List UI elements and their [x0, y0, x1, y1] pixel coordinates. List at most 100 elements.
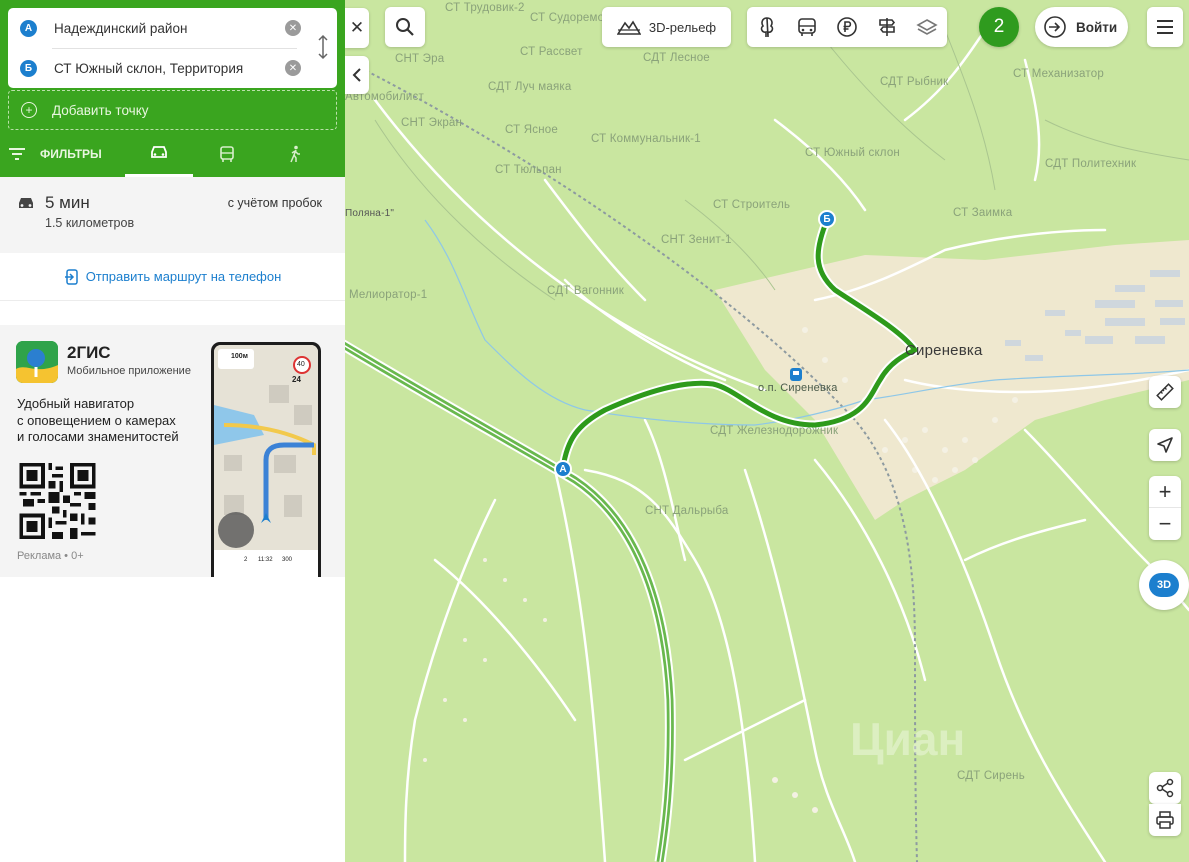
phone-speed: 24 — [292, 375, 301, 384]
layers-button[interactable] — [907, 7, 947, 47]
ruler-button[interactable] — [1149, 376, 1181, 408]
locate-me-button[interactable] — [1149, 429, 1181, 461]
ad-footer: Реклама • 0+ — [17, 550, 84, 562]
clear-from-button[interactable]: ✕ — [285, 20, 301, 36]
map-canvas[interactable]: СТ Судоремонт СТ Трудовик-2 СНТ Эра СТ Р… — [345, 0, 1189, 862]
relief-3d-button[interactable]: 3D-рельеф — [602, 7, 731, 47]
collapse-panel-button[interactable] — [345, 56, 369, 94]
route-panel: А Надеждинский район ✕ Б СТ Южный склон,… — [0, 0, 345, 862]
car-icon — [151, 146, 167, 158]
mode-3d-label: 3D — [1156, 579, 1172, 591]
login-button[interactable]: Войти — [1035, 7, 1128, 47]
route-point-from[interactable]: А Надеждинский район ✕ — [8, 8, 337, 48]
point-b-marker: Б — [20, 59, 37, 77]
map-label: СДТ Сирень — [957, 770, 1025, 782]
clear-to-button[interactable]: ✕ — [285, 60, 301, 76]
send-to-phone-icon — [64, 268, 78, 285]
close-panel-button[interactable]: ✕ — [345, 8, 369, 48]
map-label: СТ Тюльпан — [495, 164, 562, 176]
zoom-in-button[interactable]: + — [1149, 476, 1181, 508]
point-to-text[interactable]: СТ Южный склон, Территория — [54, 61, 243, 76]
minus-icon: − — [1158, 511, 1172, 536]
app-logo — [16, 341, 58, 383]
add-point-button[interactable]: + Добавить точку — [8, 90, 337, 130]
phone-distance-unit: м — [242, 353, 248, 360]
relief-3d-label: 3D-рельеф — [648, 19, 717, 35]
map-label: СНТ Эра — [395, 53, 445, 65]
route-header: А Надеждинский район ✕ Б СТ Южный склон,… — [0, 0, 345, 130]
map-label: СДТ Рыбник — [880, 76, 949, 88]
bus-icon — [220, 145, 234, 162]
prices-layer-button[interactable] — [827, 7, 867, 47]
map-label-town: Сиреневка — [905, 342, 983, 359]
map-label: СТ Заимка — [953, 207, 1013, 219]
notifications-badge[interactable]: 2 — [979, 7, 1019, 47]
send-to-phone-link[interactable]: Отправить маршрут на телефон — [0, 253, 345, 301]
car-icon — [19, 198, 33, 208]
walking-person-icon — [290, 145, 300, 162]
search-button[interactable] — [385, 7, 425, 47]
transport-layer-button[interactable] — [787, 7, 827, 47]
mode-walk-tab[interactable] — [261, 130, 329, 177]
printer-icon — [1156, 811, 1174, 829]
phone-eta-min: 2 — [244, 557, 248, 563]
mountain-icon — [616, 20, 641, 35]
send-to-phone-label: Отправить маршрут на телефон — [85, 269, 282, 284]
map-label: Поляна-1" — [345, 208, 395, 219]
route-marker-b[interactable]: Б — [818, 210, 836, 228]
route-distance: 1.5 километров — [45, 216, 135, 230]
map-label: СДТ Железнодорожник — [710, 425, 839, 437]
bus-icon — [798, 18, 816, 36]
map-label: СДТ Политехник — [1045, 158, 1137, 170]
clear-icon: ✕ — [288, 22, 298, 34]
share-button[interactable] — [1149, 772, 1181, 804]
route-summary[interactable]: 5 мин 1.5 километров с учётом пробок — [0, 177, 345, 253]
add-point-label: Добавить точку — [52, 102, 149, 118]
login-label: Войти — [1076, 19, 1118, 35]
search-icon — [396, 18, 414, 36]
qr-code — [19, 463, 96, 539]
signs-layer-button[interactable] — [867, 7, 907, 47]
menu-button[interactable] — [1147, 7, 1183, 47]
map-label: СДТ Вагонник — [547, 285, 625, 297]
phone-mockup: 100м 40 24 2 11:32 300 — [211, 342, 321, 577]
ad-line: и голосами знаменитостей — [17, 429, 179, 444]
route-marker-a[interactable]: А — [554, 460, 572, 478]
parks-layer-button[interactable] — [747, 7, 787, 47]
mode-car-tab[interactable] — [125, 130, 193, 177]
filters-button[interactable]: ФИЛЬТРЫ — [0, 130, 125, 177]
map-label: СТ Коммунальник-1 — [591, 133, 701, 145]
transport-mode-bar: ФИЛЬТРЫ — [0, 130, 345, 177]
map-label: Мелиоратор-1 — [349, 289, 428, 301]
mode-3d-toggle[interactable]: 3D — [1149, 573, 1179, 597]
map-label: СТ Строитель — [713, 199, 791, 211]
mode-transit-tab[interactable] — [193, 130, 261, 177]
ruler-icon — [1156, 383, 1174, 401]
point-from-text[interactable]: Надеждинский район — [54, 21, 187, 36]
phone-screen: 100м 40 24 2 11:32 300 — [214, 345, 318, 577]
phone-distance: 100м — [231, 353, 248, 360]
tree-icon — [760, 17, 774, 38]
filters-label: ФИЛЬТРЫ — [40, 146, 102, 161]
map-label: СНТ Экран — [401, 117, 463, 129]
phone-distance-value: 100 — [231, 353, 243, 360]
zoom-out-button[interactable]: − — [1149, 508, 1181, 540]
ad-subtitle: Мобильное приложение — [67, 365, 191, 377]
ad-description: Удобный навигатор с оповещением о камера… — [17, 396, 207, 446]
phone-eta-dist: 300 — [282, 557, 293, 563]
zoom-control: + − — [1149, 476, 1181, 540]
filter-icon — [9, 147, 25, 160]
compass-3d-control[interactable]: 3D — [1139, 560, 1189, 610]
swap-points-button[interactable] — [317, 34, 329, 66]
add-circle-icon: + — [21, 102, 37, 118]
route-points-box: А Надеждинский район ✕ Б СТ Южный склон,… — [8, 8, 337, 88]
map-label-stop: о.п. Сиреневка — [758, 382, 838, 394]
ad-banner[interactable]: 2ГИС Мобильное приложение Удобный навига… — [0, 325, 345, 577]
print-button[interactable] — [1149, 804, 1181, 836]
point-a-marker: А — [20, 19, 37, 37]
map-label: СТ Механизатор — [1013, 68, 1104, 80]
map-label: СНТ Дальрыба — [645, 505, 729, 517]
marker-a-label: А — [559, 463, 567, 475]
route-point-to[interactable]: Б СТ Южный склон, Территория ✕ — [8, 48, 337, 88]
plus-icon: + — [1158, 478, 1172, 504]
